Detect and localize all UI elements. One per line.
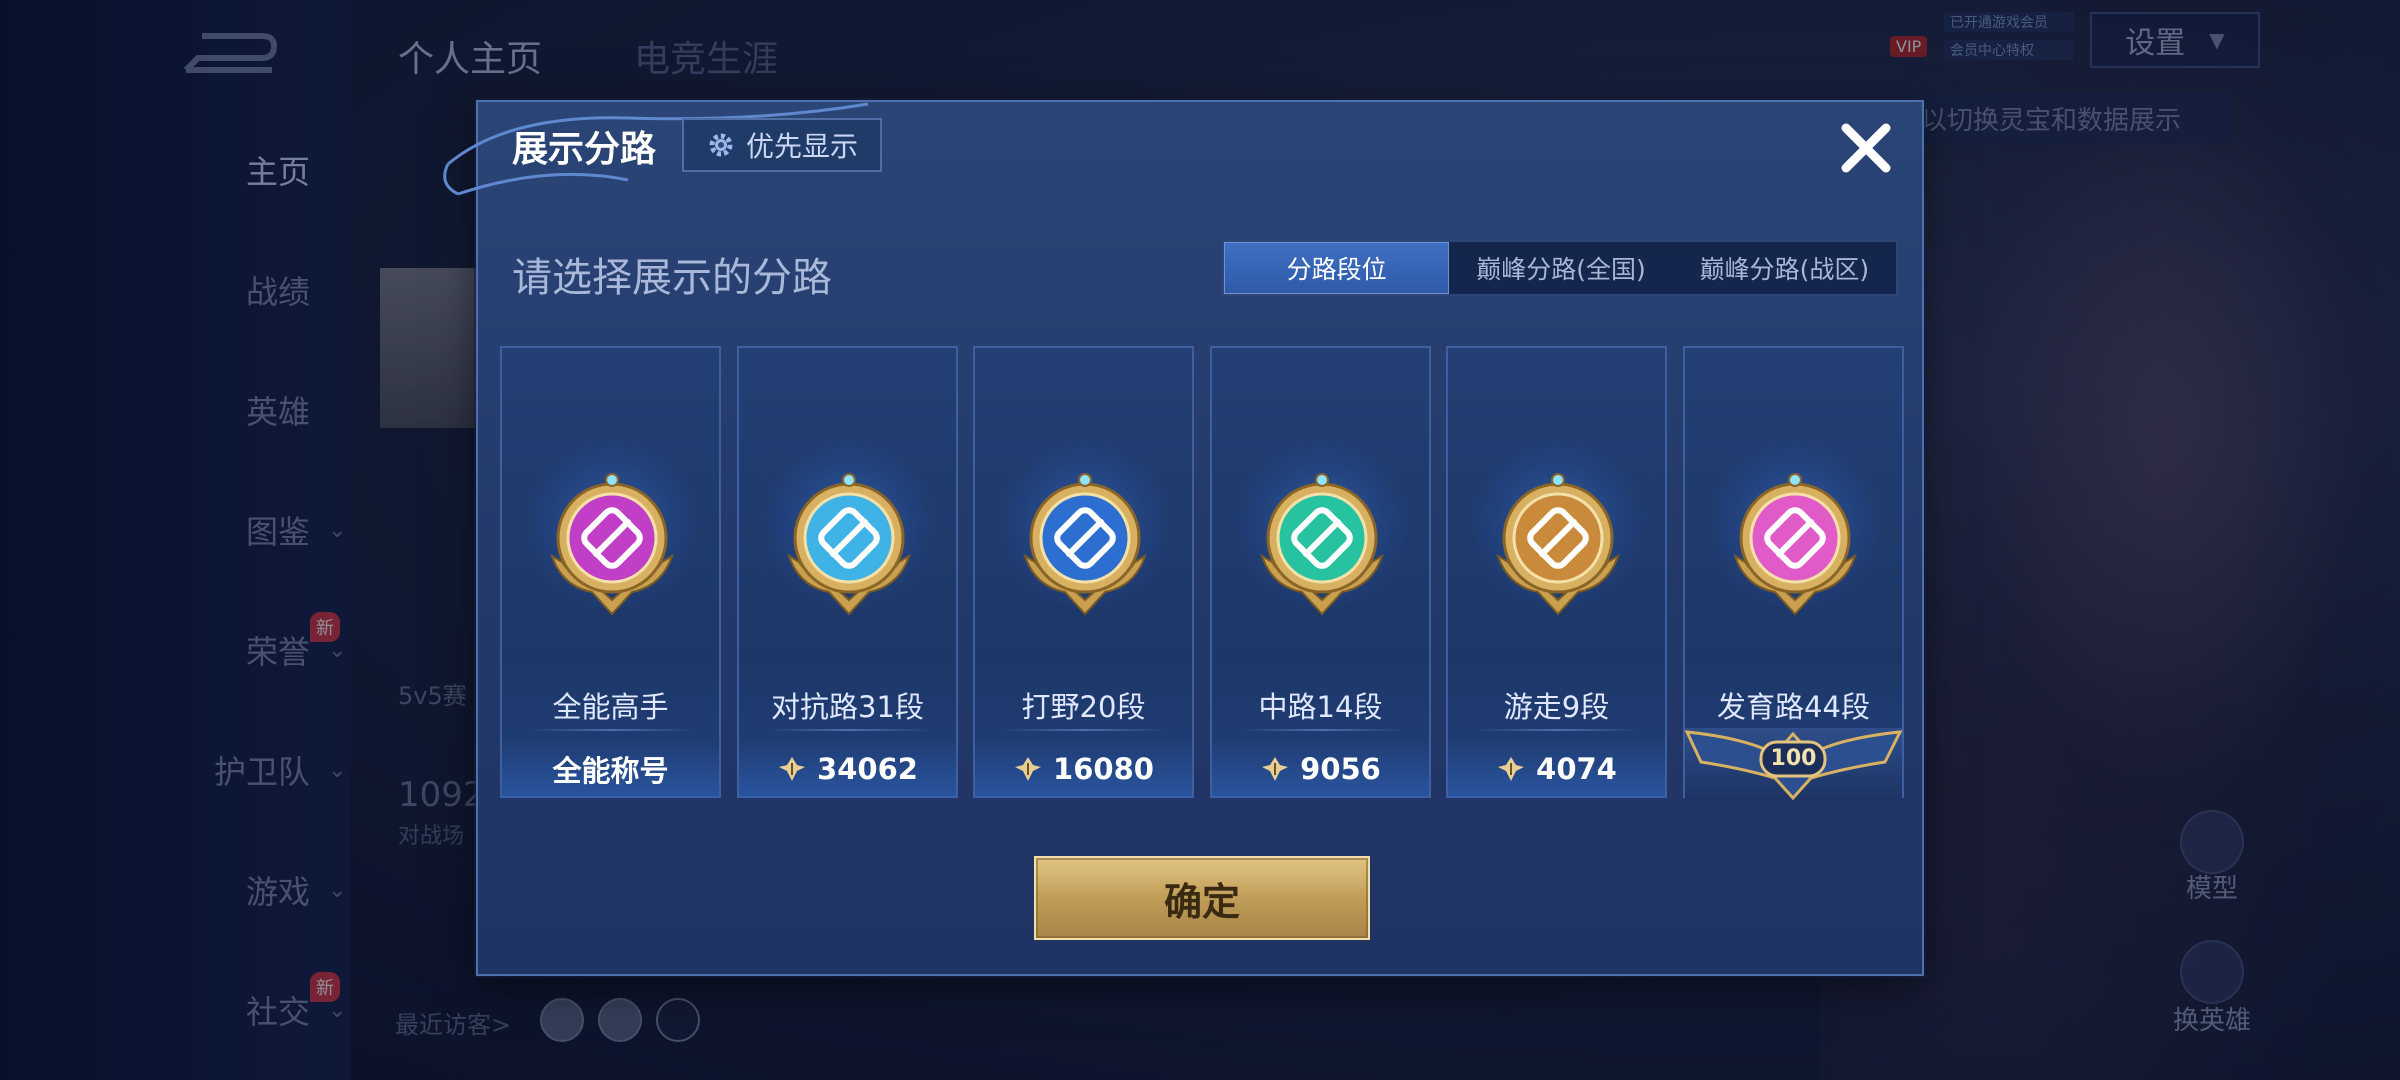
power-points-value: 4074 <box>1536 752 1617 786</box>
gear-icon <box>709 133 733 157</box>
confirm-label: 确定 <box>1163 879 1240 924</box>
card-footer: 9056 <box>1212 740 1429 798</box>
clash-lane-emblem-icon <box>787 473 911 616</box>
lane-rank-label: 发育路44段 <box>1717 690 1870 724</box>
lane-rank-label: 游走9段 <box>1503 690 1610 724</box>
card-divider <box>1476 729 1640 731</box>
priority-button-label: 优先显示 <box>745 130 858 163</box>
lane-display-dialog: 展示分路 优先显示 请选择展示的分路 分路段位 巅峰分路(全国) 巅峰分路(战区… <box>443 100 1924 976</box>
jungle-emblem-icon <box>1023 473 1147 616</box>
power-points-value: 9056 <box>1300 752 1381 786</box>
rank-badge-number: 100 <box>1770 746 1817 771</box>
power-points-icon <box>1262 757 1289 781</box>
lane-tabs: 分路段位 巅峰分路(全国) 巅峰分路(战区) <box>1222 240 1898 296</box>
lane-card[interactable]: 全能高手 全能称号 <box>500 346 721 798</box>
priority-display-button[interactable]: 优先显示 <box>682 118 882 172</box>
power-points-value: 34062 <box>817 752 918 786</box>
power-points-icon <box>1015 757 1042 781</box>
lane-rank-label: 中路14段 <box>1258 690 1383 724</box>
card-divider <box>1003 729 1167 731</box>
card-divider <box>530 729 694 731</box>
roam-emblem-icon <box>1496 473 1620 616</box>
power-points-value: 16080 <box>1053 752 1154 786</box>
close-button[interactable] <box>1834 116 1898 180</box>
card-divider <box>1240 729 1404 731</box>
lane-rank-label: 全能高手 <box>552 690 669 724</box>
dialog-subtitle: 请选择展示的分路 <box>512 255 832 301</box>
tab-peak-national[interactable]: 巅峰分路(全国) <box>1449 242 1672 294</box>
close-icon <box>1841 123 1891 173</box>
tab-lane-rank[interactable]: 分路段位 <box>1224 242 1450 294</box>
tab-peak-region[interactable]: 巅峰分路(战区) <box>1673 242 1896 294</box>
lane-card[interactable]: 中路14段 9056 <box>1210 346 1431 798</box>
all-round-emblem-icon <box>550 473 674 616</box>
card-footer: 全能称号 <box>502 740 719 798</box>
card-footer: 4074 <box>1448 740 1665 798</box>
mid-lane-emblem-icon <box>1260 473 1384 616</box>
lane-card[interactable]: 发育路44段 100 <box>1683 346 1904 801</box>
lane-rank-label: 打野20段 <box>1021 690 1146 724</box>
power-points-icon <box>779 757 806 781</box>
power-points-icon <box>1498 757 1525 781</box>
rank-badge-bar: 100 <box>1684 728 1903 801</box>
card-footer: 34062 <box>739 740 956 798</box>
card-footer: 16080 <box>975 740 1192 798</box>
lane-card[interactable]: 打野20段 16080 <box>973 346 1194 798</box>
title-label: 全能称号 <box>552 754 669 788</box>
lane-card-list: 全能高手 全能称号 对抗路31段 34062 打野20段 16080 中路14段 9056 游走… <box>500 346 1904 801</box>
lane-card[interactable]: 对抗路31段 34062 <box>737 346 958 798</box>
lane-card[interactable]: 游走9段 4074 <box>1446 346 1667 798</box>
card-divider <box>767 729 931 731</box>
farm-lane-emblem-icon <box>1733 473 1857 616</box>
confirm-button[interactable]: 确定 <box>1034 856 1370 940</box>
lane-rank-label: 对抗路31段 <box>771 690 924 724</box>
dialog-title: 展示分路 <box>512 129 657 170</box>
